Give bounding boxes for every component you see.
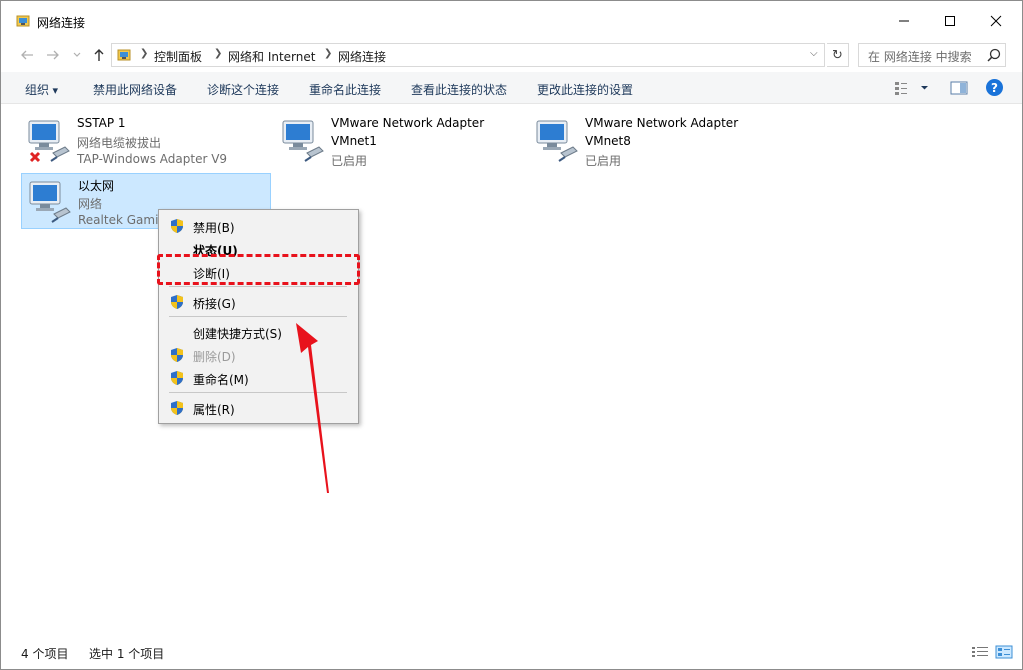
uac-shield-icon [171, 371, 183, 385]
connection-status: 网络 [78, 197, 103, 211]
connection-tile-sstap[interactable]: SSTAP 1 网络电缆被拔出 TAP-Windows Adapter V9 [21, 113, 271, 169]
forward-button[interactable] [43, 45, 63, 65]
connection-device: Realtek Gamin [78, 213, 167, 227]
connection-name: VMware Network Adapter [585, 116, 739, 130]
help-icon[interactable]: ? [986, 79, 1003, 96]
network-adapter-icon [28, 120, 70, 163]
address-bar[interactable]: ❯ 控制面板 ❯ 网络和 Internet ❯ 网络连接 ⌵ [111, 43, 825, 67]
annotation-highlight-box [157, 254, 360, 285]
forward-arrow-icon [47, 50, 59, 60]
up-button[interactable] [89, 45, 109, 65]
title-bar: 网络连接 [1, 1, 1022, 41]
breadcrumb-separator-icon[interactable]: ❯ [324, 48, 332, 59]
details-view-icon[interactable] [971, 645, 989, 659]
search-input[interactable]: 在 网络连接 中搜索 [868, 48, 972, 65]
network-adapter-icon [282, 120, 324, 162]
breadcrumb-separator-icon[interactable]: ❯ [140, 48, 148, 59]
minimize-icon [899, 20, 909, 22]
uac-shield-icon [171, 295, 183, 309]
close-icon [990, 15, 1002, 27]
menu-separator [169, 286, 347, 287]
menu-item-create-shortcut[interactable]: 创建快捷方式(S) [159, 321, 358, 343]
connection-tile-vmnet8[interactable]: VMware Network Adapter VMnet8 已启用 [529, 113, 779, 169]
status-bar: 4 个项目 选中 1 个项目 [1, 641, 1022, 669]
menu-item-label: 删除(D) [193, 350, 236, 364]
menu-item-label: 属性(R) [193, 403, 235, 417]
close-button[interactable] [973, 1, 1019, 41]
disable-device-button[interactable]: 禁用此网络设备 [93, 81, 177, 98]
selected-count: 选中 1 个项目 [89, 647, 165, 661]
tiles-view-icon[interactable] [995, 645, 1013, 659]
breadcrumb-network-internet[interactable]: 网络和 Internet [228, 48, 315, 65]
connection-status: VMnet8 [585, 134, 631, 148]
back-button[interactable] [17, 45, 37, 65]
change-settings-button[interactable]: 更改此连接的设置 [537, 81, 633, 98]
window-title: 网络连接 [37, 16, 86, 30]
connection-device: 已启用 [585, 154, 622, 168]
menu-item-disable[interactable]: 禁用(B) [159, 215, 358, 237]
connection-status: 网络电缆被拔出 [77, 136, 162, 150]
recent-dropdown-icon [73, 52, 81, 57]
uac-shield-icon [171, 348, 183, 362]
context-menu: 禁用(B) 状态(U) 诊断(I) 桥接(G) 创建快捷方式(S) 删除(D) … [158, 209, 359, 424]
organize-menu[interactable]: 组织 [25, 81, 58, 98]
connection-tile-vmnet1[interactable]: VMware Network Adapter VMnet1 已启用 [275, 113, 525, 169]
connection-device: 已启用 [331, 154, 368, 168]
menu-item-delete: 删除(D) [159, 344, 358, 366]
menu-separator [169, 316, 347, 317]
network-adapter-icon [536, 120, 578, 162]
breadcrumb-network-connections[interactable]: 网络连接 [338, 48, 386, 65]
menu-item-label: 创建快捷方式(S) [193, 327, 282, 341]
back-arrow-icon [21, 50, 33, 60]
maximize-button[interactable] [927, 1, 973, 41]
connection-status: VMnet1 [331, 134, 377, 148]
menu-item-label: 桥接(G) [193, 297, 236, 311]
menu-item-properties[interactable]: 属性(R) [159, 397, 358, 419]
uac-shield-icon [171, 219, 183, 233]
connection-device: TAP-Windows Adapter V9 [77, 152, 228, 166]
diagnose-connection-button[interactable]: 诊断这个连接 [207, 81, 279, 98]
item-count: 4 个项目 [21, 647, 69, 661]
connection-name: SSTAP 1 [77, 116, 126, 130]
network-folder-icon [117, 49, 131, 61]
address-row: ❯ 控制面板 ❯ 网络和 Internet ❯ 网络连接 ⌵ ↻ 在 网络连接 … [1, 41, 1022, 69]
connection-name: VMware Network Adapter [331, 116, 485, 130]
rename-connection-button[interactable]: 重命名此连接 [309, 81, 381, 98]
view-options-icon[interactable] [894, 80, 930, 96]
preview-pane-icon[interactable] [950, 80, 968, 96]
network-adapter-icon [29, 181, 71, 223]
recent-locations-button[interactable] [67, 45, 87, 65]
refresh-button[interactable]: ↻ [827, 43, 849, 67]
up-arrow-icon [94, 49, 104, 61]
minimize-button[interactable] [881, 1, 927, 41]
menu-separator [169, 392, 347, 393]
search-box[interactable]: 在 网络连接 中搜索 [858, 43, 1006, 67]
chevron-down-icon[interactable]: ⌵ [810, 48, 818, 59]
breadcrumb-control-panel[interactable]: 控制面板 [154, 48, 202, 65]
menu-item-label: 禁用(B) [193, 221, 235, 235]
breadcrumb-separator-icon[interactable]: ❯ [214, 48, 222, 59]
command-bar: 组织 禁用此网络设备 诊断这个连接 重命名此连接 查看此连接的状态 更改此连接的… [1, 72, 1022, 104]
menu-item-bridge[interactable]: 桥接(G) [159, 291, 358, 313]
uac-shield-icon [171, 401, 183, 415]
search-icon [987, 48, 1001, 62]
connection-name: 以太网 [78, 179, 115, 193]
refresh-icon: ↻ [832, 47, 843, 63]
menu-item-label: 重命名(M) [193, 373, 249, 387]
view-status-button[interactable]: 查看此连接的状态 [411, 81, 507, 98]
network-folder-icon [16, 15, 30, 27]
network-connections-window: 网络连接 ❯ 控制面板 ❯ 网络和 Internet ❯ 网络连接 ⌵ ↻ 在 … [0, 0, 1023, 670]
maximize-icon [945, 16, 955, 26]
menu-item-rename[interactable]: 重命名(M) [159, 367, 358, 389]
